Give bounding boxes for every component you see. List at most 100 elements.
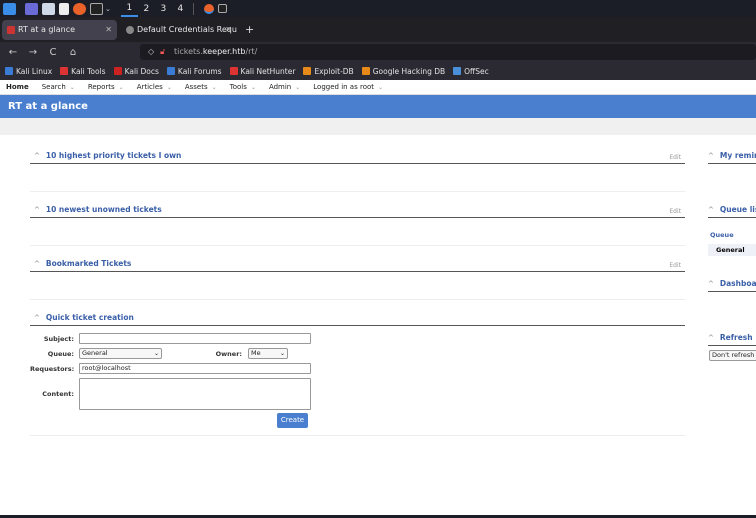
- bookmark-offsec[interactable]: OffSec: [453, 67, 489, 76]
- portlet-title[interactable]: ^ Queue lis: [708, 205, 756, 214]
- workspace-1[interactable]: 1: [120, 0, 138, 17]
- bookmark-label: Google Hacking DB: [372, 66, 446, 76]
- home-button[interactable]: ⌂: [63, 47, 83, 58]
- workspace-3[interactable]: 3: [155, 4, 172, 14]
- menu-reports[interactable]: Reports ⌄: [88, 83, 124, 91]
- collapse-icon[interactable]: ^: [708, 334, 714, 342]
- tab-default-credentials[interactable]: Default Credentials Requ ✕: [121, 20, 237, 40]
- rt-main-menu: Home Search ⌄ Reports ⌄ Articles ⌄ Assets ⌄ …: [0, 80, 756, 95]
- portlet-title-text: My remin: [719, 151, 756, 160]
- queue-row-general[interactable]: General: [708, 244, 756, 256]
- bookmark-kali-nethunter[interactable]: Kali NetHunter: [229, 66, 296, 76]
- portlet-title[interactable]: ^ Quick ticket creation: [34, 313, 134, 322]
- queue-column-header: Queue: [710, 231, 734, 239]
- menu-tools[interactable]: Tools ⌄: [230, 83, 256, 91]
- offsec-icon: [453, 67, 462, 75]
- chevron-down-icon: ⌄: [153, 350, 159, 357]
- portlet-quick-ticket: ^ Quick ticket creation Subject: Queue: G…: [30, 313, 685, 436]
- url-bar[interactable]: ◇ 🔓︎ tickets.keeper.htb/rt/: [140, 44, 756, 60]
- portlet-title[interactable]: ^ 10 highest priority tickets I own: [34, 151, 181, 160]
- queue-selected-value: General: [82, 349, 108, 357]
- bookmark-label: Kali NetHunter: [240, 66, 296, 76]
- terminal-window-icon[interactable]: [217, 4, 227, 13]
- portlet-title[interactable]: ^ Refresh: [708, 333, 753, 342]
- portlet-title[interactable]: ^ Dashboa: [708, 279, 756, 288]
- edit-link[interactable]: Edit: [669, 262, 681, 269]
- bookmark-label: Kali Forums: [177, 66, 222, 76]
- portlet-title-text: Refresh: [719, 333, 753, 342]
- menu-label: Reports: [87, 83, 115, 91]
- edit-link[interactable]: Edit: [669, 154, 681, 161]
- collapse-icon[interactable]: ^: [34, 152, 40, 160]
- queue-select[interactable]: General ⌄: [79, 348, 162, 359]
- portlet-queue-list: ^ Queue lis Queue General: [708, 205, 756, 256]
- workspace-4[interactable]: 4: [172, 4, 189, 14]
- collapse-icon[interactable]: ^: [34, 206, 40, 214]
- files-icon[interactable]: [42, 2, 55, 15]
- owner-select[interactable]: Me ⌄: [248, 348, 288, 359]
- menu-logged-in[interactable]: Logged in as root ⌄: [313, 83, 383, 91]
- portlet-title[interactable]: ^ 10 newest unowned tickets: [34, 205, 162, 214]
- bookmark-kali-tools[interactable]: Kali Tools: [60, 67, 106, 76]
- ghdb-icon: [361, 67, 370, 75]
- queue-label: Queue:: [47, 350, 74, 358]
- lock-icon[interactable]: 🔓︎: [160, 44, 165, 60]
- bookmark-label: Exploit-DB: [314, 66, 354, 76]
- collapse-icon[interactable]: ^: [708, 152, 714, 160]
- bookmark-kali-linux[interactable]: Kali Linux: [5, 67, 52, 76]
- bookmark-google-hacking-db[interactable]: Google Hacking DB: [361, 66, 446, 76]
- tab-rt-at-a-glance[interactable]: RT at a glance ✕: [2, 20, 117, 40]
- collapse-icon[interactable]: ^: [708, 206, 714, 214]
- bookmark-label: Kali Docs: [124, 66, 159, 76]
- text-editor-icon[interactable]: [59, 2, 69, 15]
- new-tab-button[interactable]: +: [245, 20, 254, 40]
- firefox-window-icon[interactable]: [203, 3, 214, 14]
- back-button[interactable]: ←: [3, 47, 23, 58]
- create-button[interactable]: Create: [277, 413, 308, 428]
- collapse-icon[interactable]: ^: [708, 280, 714, 288]
- chevron-down-icon: ⌄: [279, 350, 285, 357]
- close-icon[interactable]: ✕: [225, 20, 232, 40]
- bookmark-kali-docs[interactable]: Kali Docs: [113, 66, 159, 76]
- bookmark-exploit-db[interactable]: Exploit-DB: [303, 66, 354, 76]
- close-icon[interactable]: ✕: [105, 20, 112, 40]
- page-title: RT at a glance: [0, 95, 756, 118]
- menu-assets[interactable]: Assets ⌄: [185, 83, 217, 91]
- content-textarea[interactable]: [79, 378, 311, 410]
- bookmark-label: OffSec: [464, 66, 489, 76]
- terminal-icon[interactable]: [90, 2, 103, 15]
- portlet-title[interactable]: ^ My remin: [708, 151, 756, 160]
- edit-link[interactable]: Edit: [669, 208, 681, 215]
- requestors-label: Requestors:: [30, 365, 75, 373]
- chevron-down-icon[interactable]: ⌄: [105, 5, 111, 13]
- menu-articles[interactable]: Articles ⌄: [137, 83, 172, 91]
- portlet-title-text: Queue lis: [719, 205, 756, 214]
- desktop-icon[interactable]: [25, 2, 38, 15]
- menu-home[interactable]: Home: [6, 83, 29, 91]
- chevron-down-icon: ⌄: [69, 84, 75, 91]
- bookmark-kali-forums[interactable]: Kali Forums: [166, 66, 222, 76]
- subject-input[interactable]: [79, 333, 311, 344]
- forward-button[interactable]: →: [23, 47, 43, 58]
- reload-button[interactable]: C: [43, 47, 63, 58]
- firefox-icon[interactable]: [73, 2, 86, 15]
- workspace-2[interactable]: 2: [138, 4, 155, 14]
- os-taskbar: ⌄ 1 2 3 4: [0, 0, 756, 17]
- portlet-dashboards: ^ Dashboa: [708, 279, 756, 292]
- url-prefix: tickets.: [174, 47, 203, 56]
- shield-icon[interactable]: ◇: [148, 44, 154, 60]
- collapse-icon[interactable]: ^: [34, 260, 40, 268]
- menu-label: Home: [6, 83, 29, 91]
- kali-menu-icon[interactable]: [3, 2, 16, 15]
- menu-search[interactable]: Search ⌄: [42, 83, 75, 91]
- menu-admin[interactable]: Admin ⌄: [269, 83, 300, 91]
- kali-tools-icon: [60, 67, 69, 75]
- collapse-icon[interactable]: ^: [34, 314, 40, 322]
- portlet-title[interactable]: ^ Bookmarked Tickets: [34, 259, 131, 268]
- menu-label: Admin: [268, 83, 292, 91]
- requestors-input[interactable]: root@localhost: [79, 363, 311, 374]
- main-content: ^ 10 highest priority tickets I own Edit …: [0, 135, 756, 515]
- refresh-select[interactable]: Don't refresh t: [709, 350, 756, 361]
- chevron-down-icon: ⌄: [250, 84, 256, 91]
- subject-label: Subject:: [43, 335, 74, 343]
